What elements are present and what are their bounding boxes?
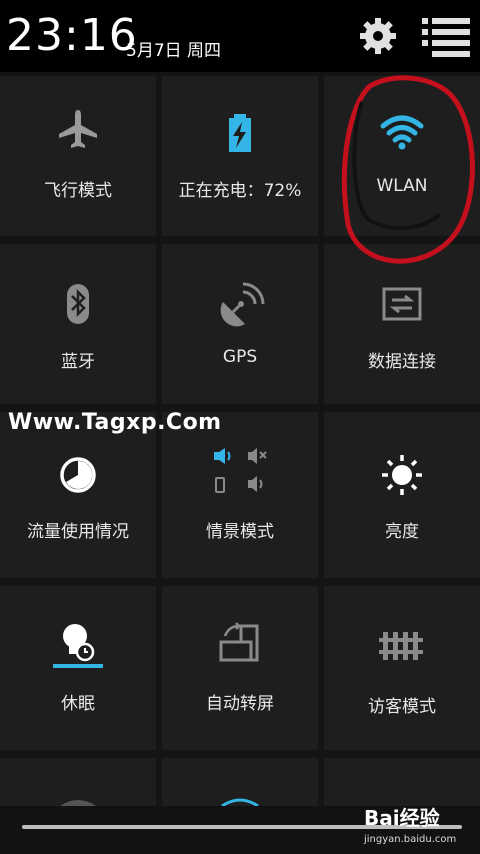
tile-data-usage[interactable]: 流量使用情况 [0,412,156,578]
tile-guest-mode[interactable]: 访客模式 [324,586,480,750]
tile-label: 情景模式 [206,522,274,542]
tile-label: 数据连接 [368,352,436,372]
partial-icon [221,798,259,806]
tile-partial[interactable] [324,758,480,806]
tile-label: 自动转屏 [206,694,274,714]
tile-partial[interactable] [162,758,318,806]
tile-label: 正在充电：72% [178,181,302,201]
baidu-logo: Bai经验 jingyan.baidu.com [364,800,476,854]
tile-airplane-mode[interactable]: 飞行模式 [0,76,156,236]
tile-battery[interactable]: 正在充电：72% [162,76,318,236]
tile-sleep[interactable]: 休眠 [0,586,156,750]
watermark: Www.Tagxp.Com [8,410,222,435]
tile-data-connection[interactable]: 数据连接 [324,244,480,404]
tile-label: 飞行模式 [44,181,112,201]
tile-label: GPS [222,347,258,367]
settings-gear-icon[interactable] [358,16,398,56]
tile-wlan[interactable]: WLAN [324,76,480,236]
tile-label: 流量使用情况 [27,522,129,542]
date: 5月7日 周四 [126,41,222,61]
tile-auto-rotate[interactable]: 自动转屏 [162,586,318,750]
tile-label: 亮度 [385,522,419,542]
tile-gps[interactable]: GPS [162,244,318,404]
tile-bluetooth[interactable]: 蓝牙 [0,244,156,404]
baidu-url: jingyan.baidu.com [364,834,457,845]
tile-brightness[interactable]: 亮度 [324,412,480,578]
tile-sound-profile[interactable]: 情景模式 [162,412,318,578]
gps-satellite-icon [220,282,265,327]
tile-label: 访客模式 [368,697,436,717]
notification-list-icon[interactable] [422,16,470,58]
airplane-icon [59,110,97,148]
bluetooth-icon [67,284,89,324]
tile-label: WLAN [376,176,428,196]
partial-icon [60,800,96,806]
guest-mode-icon [379,632,423,660]
tile-partial[interactable] [0,758,156,806]
tile-label: 休眠 [61,694,95,714]
status-bar: 23:16 5月7日 周四 [0,0,480,72]
tile-label: 蓝牙 [61,352,95,372]
wifi-icon [380,115,424,150]
battery-charging-icon [229,114,251,152]
sleep-icon [53,624,103,668]
brightness-icon [382,455,422,495]
data-connection-icon [382,287,422,321]
baidu-brand: Bai经验 [364,806,440,830]
clock: 23:16 [6,10,138,61]
auto-rotate-icon [219,622,259,662]
data-usage-icon [60,457,96,493]
sound-profile-icon [214,448,267,493]
